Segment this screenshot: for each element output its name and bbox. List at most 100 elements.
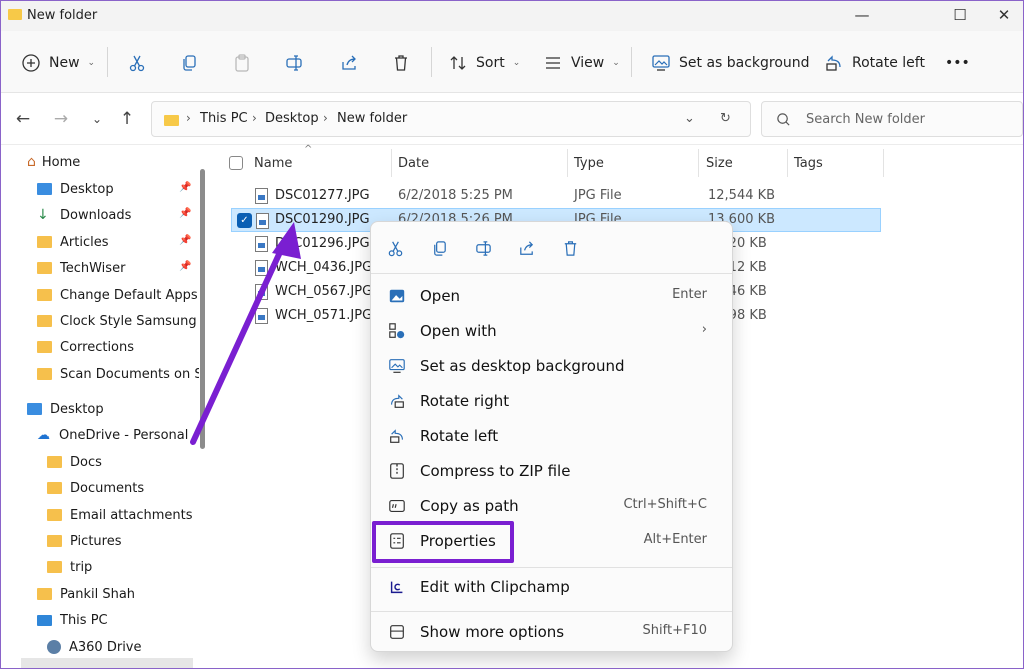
- column-divider[interactable]: [567, 149, 568, 177]
- share-button[interactable]: [514, 236, 538, 260]
- scissors-icon: [388, 241, 402, 256]
- folder-icon: [47, 482, 62, 494]
- back-arrow-icon[interactable]: ←: [11, 107, 35, 131]
- forward-arrow-icon[interactable]: →: [49, 107, 73, 131]
- image-file-icon: [255, 308, 268, 324]
- file-date: 6/2/2018 5:25 PM: [398, 188, 513, 203]
- sidebar-item-documents[interactable]: Documents: [1, 475, 199, 501]
- sidebar-item-docs[interactable]: Docs: [1, 449, 199, 475]
- set-as-background-label: Set as background: [679, 55, 810, 71]
- drive-icon: [47, 640, 61, 654]
- sidebar-item-pictures[interactable]: Pictures: [1, 528, 199, 554]
- sidebar-item-onedrive[interactable]: ☁ OneDrive - Personal: [1, 422, 199, 448]
- address-bar[interactable]: › This PC › Desktop › New folder ⌄ ↻: [151, 101, 751, 137]
- search-input[interactable]: Search New folder: [806, 112, 925, 127]
- copy-button[interactable]: [427, 236, 451, 260]
- folder-icon: [164, 115, 179, 126]
- menu-item-rotate-left[interactable]: Rotate left: [379, 419, 725, 452]
- cut-button[interactable]: [383, 236, 407, 260]
- toolbar-divider: [107, 47, 108, 77]
- paste-button[interactable]: [232, 49, 252, 77]
- sidebar-item-desktop-root[interactable]: Desktop: [1, 396, 199, 422]
- menu-item-label: Edit with Clipchamp: [420, 577, 570, 596]
- sidebar-item-trip[interactable]: trip: [1, 554, 199, 580]
- sidebar-item-label: Docs: [70, 454, 102, 470]
- breadcrumb-this-pc[interactable]: This PC: [200, 111, 248, 126]
- sidebar-item-change-default-apps[interactable]: Change Default Apps o: [1, 282, 199, 308]
- share-icon: [342, 55, 356, 70]
- delete-button[interactable]: [558, 236, 582, 260]
- sidebar-item-home[interactable]: ⌂ Home: [1, 149, 199, 175]
- menu-item-compress-zip[interactable]: Compress to ZIP file: [379, 454, 725, 487]
- sidebar-item-techwiser[interactable]: TechWiser 📌: [1, 255, 199, 281]
- menu-item-open-with[interactable]: Open with ›: [379, 314, 725, 347]
- folder-icon: [37, 262, 52, 274]
- menu-item-rotate-right[interactable]: Rotate right: [379, 384, 725, 417]
- column-divider[interactable]: [391, 149, 392, 177]
- file-name: WCH_0567.JPG: [275, 284, 373, 299]
- copy-button[interactable]: [179, 49, 199, 77]
- menu-item-label: Set as desktop background: [420, 356, 625, 375]
- view-label: View: [571, 55, 605, 71]
- column-header-type[interactable]: Type: [574, 156, 604, 171]
- menu-item-show-more-options[interactable]: Show more options Shift+F10: [379, 615, 725, 648]
- rename-button[interactable]: [471, 236, 495, 260]
- minimize-button[interactable]: —: [839, 1, 885, 31]
- search-box[interactable]: Search New folder: [761, 101, 1023, 137]
- sidebar-item-a360-drive[interactable]: A360 Drive: [1, 634, 199, 660]
- rename-button[interactable]: [284, 49, 304, 77]
- sidebar-item-downloads[interactable]: ↓ Downloads 📌: [1, 202, 199, 228]
- cut-button[interactable]: [127, 49, 147, 77]
- copy-path-icon: [387, 496, 407, 516]
- sidebar-item-email-attachments[interactable]: Email attachments: [1, 502, 199, 528]
- sidebar-item-label: OneDrive - Personal: [59, 427, 189, 443]
- delete-button[interactable]: [391, 49, 411, 77]
- pin-icon: 📌: [179, 208, 192, 219]
- address-dropdown-icon[interactable]: ⌄: [684, 111, 695, 126]
- sidebar-item-articles[interactable]: Articles 📌: [1, 229, 199, 255]
- menu-item-label: Open: [420, 286, 461, 305]
- column-header-name[interactable]: Name: [254, 156, 292, 171]
- sidebar-item-desktop[interactable]: Desktop 📌: [1, 176, 199, 202]
- more-options-button[interactable]: •••: [945, 49, 970, 77]
- sidebar-item-this-pc[interactable]: This PC: [1, 607, 199, 633]
- sidebar-scrollbar[interactable]: [200, 169, 205, 449]
- view-button[interactable]: View ⌄: [543, 49, 620, 77]
- sidebar-item-pankil-shah[interactable]: Pankil Shah: [1, 581, 199, 607]
- sidebar-item-scan-documents[interactable]: Scan Documents on Sa: [1, 361, 199, 387]
- sort-button[interactable]: Sort ⌄: [448, 49, 520, 77]
- explorer-window: New folder — ☐ ✕ New ⌄ Sort ⌄ View ⌄ Set…: [0, 0, 1024, 669]
- refresh-icon[interactable]: ↻: [720, 111, 731, 126]
- up-arrow-icon[interactable]: ↑: [115, 107, 139, 131]
- column-divider[interactable]: [787, 149, 788, 177]
- menu-item-copy-as-path[interactable]: Copy as path Ctrl+Shift+C: [379, 489, 725, 522]
- sidebar-item-label: Downloads: [60, 207, 132, 223]
- select-all-checkbox[interactable]: [229, 156, 243, 170]
- sidebar-item-label: Clock Style Samsung: [60, 313, 197, 329]
- maximize-button[interactable]: ☐: [937, 1, 983, 31]
- column-header-size[interactable]: Size: [706, 156, 733, 171]
- column-header-tags[interactable]: Tags: [794, 156, 823, 171]
- checkmark-icon[interactable]: ✓: [237, 213, 252, 228]
- rotate-left-button[interactable]: Rotate left: [824, 49, 925, 77]
- sidebar-item-corrections[interactable]: Corrections: [1, 334, 199, 360]
- file-size: 12,544 KB: [708, 188, 776, 203]
- breadcrumb-new-folder[interactable]: New folder: [337, 111, 407, 126]
- recent-locations-icon[interactable]: ⌄: [85, 107, 109, 131]
- menu-item-set-desktop-background[interactable]: Set as desktop background: [379, 349, 725, 382]
- column-header-date[interactable]: Date: [398, 156, 429, 171]
- close-button[interactable]: ✕: [981, 1, 1023, 31]
- sidebar-item-label: Documents: [70, 480, 145, 496]
- column-divider[interactable]: [883, 149, 884, 177]
- file-row[interactable]: DSC01277.JPG 6/2/2018 5:25 PM JPG File 1…: [231, 184, 881, 208]
- menu-item-open[interactable]: Open Enter: [379, 279, 725, 312]
- breadcrumb-desktop[interactable]: Desktop: [265, 111, 319, 126]
- set-as-background-button[interactable]: Set as background: [651, 49, 810, 77]
- column-divider[interactable]: [698, 149, 699, 177]
- folder-icon: [37, 236, 52, 248]
- new-button[interactable]: New ⌄: [21, 49, 95, 77]
- sidebar-item-clock-style-samsung[interactable]: Clock Style Samsung: [1, 308, 199, 334]
- menu-item-edit-with-clipchamp[interactable]: Edit with Clipchamp: [379, 570, 725, 603]
- trash-icon: [564, 240, 576, 256]
- share-button[interactable]: [339, 49, 359, 77]
